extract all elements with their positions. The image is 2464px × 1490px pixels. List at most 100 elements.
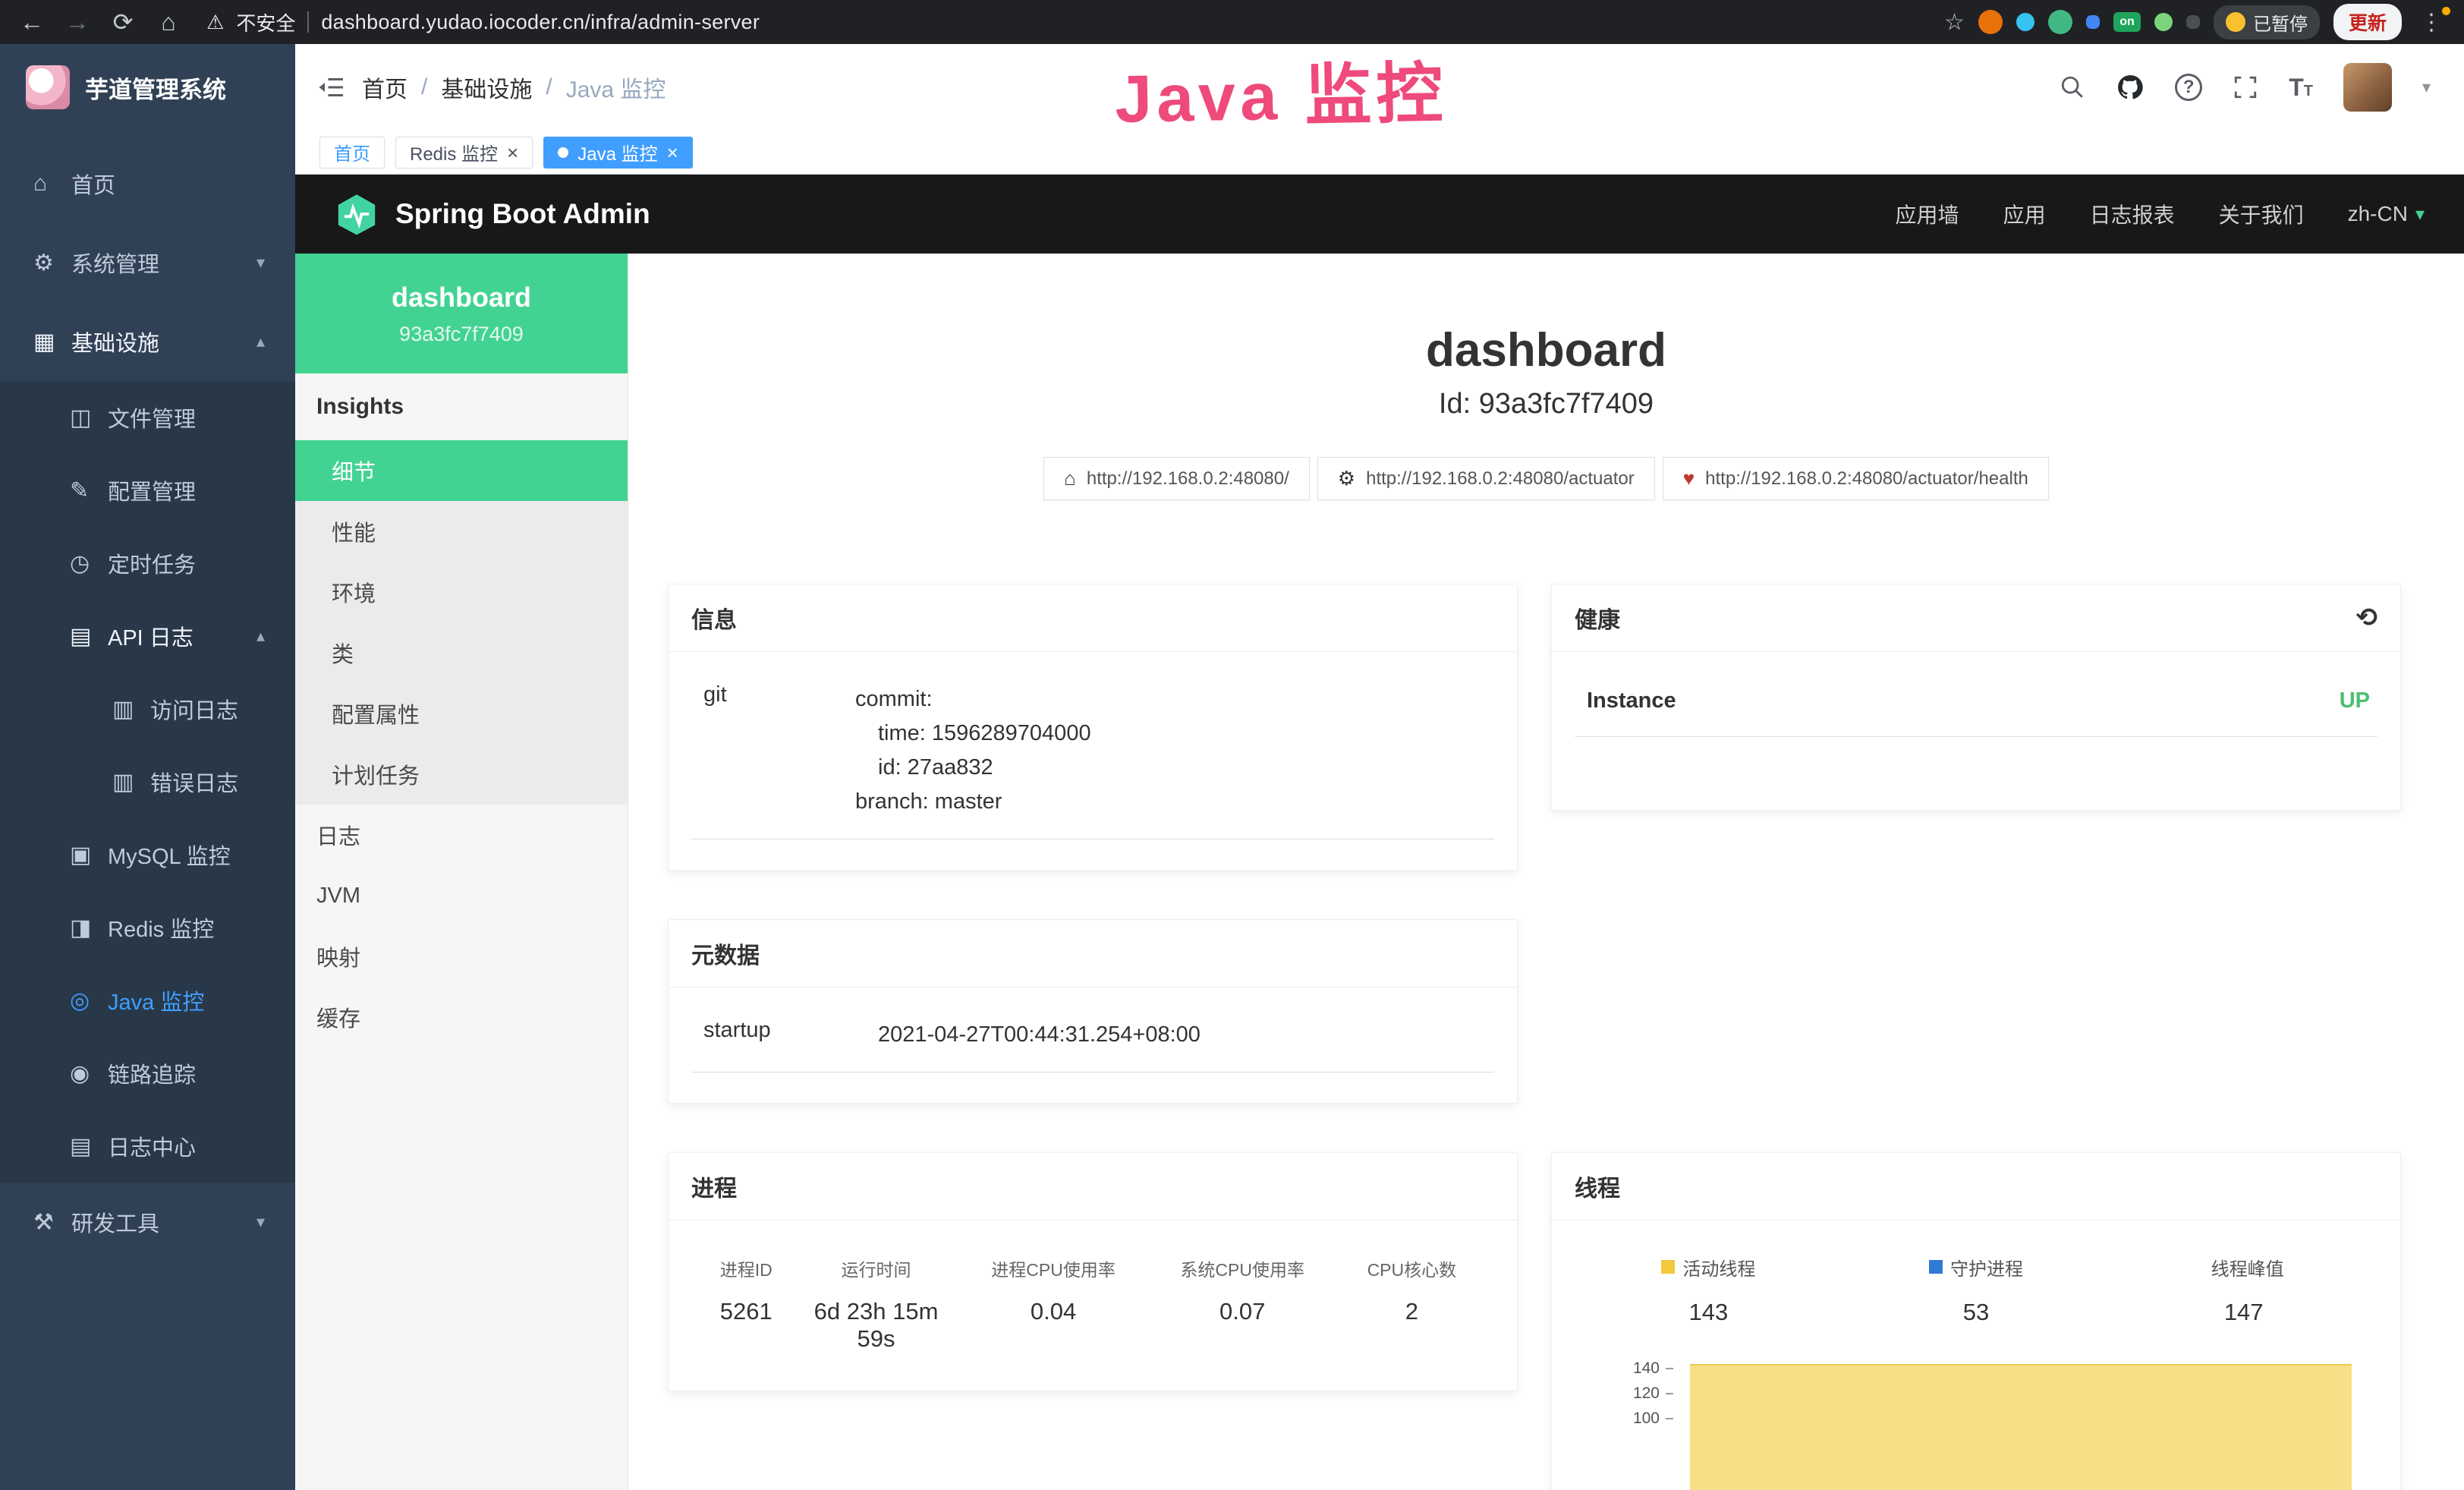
collapse-sidebar-icon[interactable] — [318, 74, 345, 101]
sba-item-jvm[interactable]: JVM — [295, 865, 628, 926]
sba-item-logs[interactable]: 日志 — [295, 805, 628, 865]
sba-item-config-props[interactable]: 配置属性 — [295, 683, 628, 744]
ext-vue-icon[interactable] — [2048, 10, 2072, 34]
sidebar-item-infrastructure[interactable]: ▦ 基础设施 ▴ — [0, 302, 295, 381]
java-icon: ◎ — [70, 988, 103, 1014]
update-button[interactable]: 更新 — [2333, 4, 2402, 40]
threads-legend: 活动线程 143 守护进程 53 线程峰值 — [1575, 1251, 2377, 1326]
sba-item-mappings[interactable]: 映射 — [295, 926, 628, 987]
sidebar-item-scheduled-jobs[interactable]: ◷ 定时任务 — [0, 527, 295, 600]
sidebar-item-dev-tools[interactable]: ⚒ 研发工具 ▾ — [0, 1183, 295, 1262]
sba-item-scheduled-tasks[interactable]: 计划任务 — [295, 744, 628, 805]
forward-icon[interactable]: → — [62, 8, 93, 36]
breadcrumb-infrastructure[interactable]: 基础设施 — [441, 71, 532, 104]
browser-menu-icon[interactable]: ⋮ — [2415, 9, 2447, 36]
sidebar-item-java-monitor[interactable]: ◎ Java 监控 — [0, 964, 295, 1037]
annotation-java-monitor: Java 监控 — [1114, 39, 1448, 142]
address-bar[interactable]: ⚠ 不安全 dashboard.yudao.iocoder.cn/infra/a… — [199, 5, 1929, 39]
sidebar-item-system[interactable]: ⚙ 系统管理 ▾ — [0, 223, 295, 302]
sba-navbar: Spring Boot Admin 应用墙 应用 日志报表 关于我们 zh-CN… — [295, 175, 2464, 254]
app-logo-row[interactable]: 芋道管理系统 — [0, 44, 295, 131]
ext-orange-icon[interactable] — [1978, 10, 2003, 34]
help-icon[interactable]: ? — [2175, 74, 2202, 101]
file-icon: ◫ — [70, 405, 103, 431]
sidebar-item-tracing[interactable]: ◉ 链路追踪 — [0, 1037, 295, 1110]
tab-redis-monitor[interactable]: Redis 监控 × — [395, 137, 533, 169]
tab-java-monitor[interactable]: Java 监控 × — [543, 137, 693, 169]
actuator-url-link[interactable]: ⚙ http://192.168.0.2:48080/actuator — [1317, 457, 1655, 500]
redis-icon: ◨ — [70, 915, 103, 941]
url-text: dashboard.yudao.iocoder.cn/infra/admin-s… — [321, 11, 760, 34]
search-icon[interactable] — [2060, 74, 2085, 100]
font-size-icon[interactable]: TT — [2289, 74, 2313, 102]
reload-icon[interactable]: ⟳ — [108, 8, 138, 36]
language-selector[interactable]: zh-CN ▾ — [2348, 202, 2425, 226]
sidebar-item-api-log[interactable]: ▤ API 日志 ▴ — [0, 600, 295, 673]
sba-brand[interactable]: Spring Boot Admin — [335, 192, 650, 236]
sidebar-item-home[interactable]: ⌂ 首页 — [0, 144, 295, 223]
sidebar-item-error-log[interactable]: ▥ 错误日志 — [0, 745, 295, 818]
sba-app-block[interactable]: dashboard 93a3fc7f7409 — [295, 254, 628, 373]
bookmark-star-icon[interactable]: ☆ — [1944, 9, 1965, 36]
sidebar-item-redis-monitor[interactable]: ◨ Redis 监控 — [0, 891, 295, 964]
sba-item-caches[interactable]: 缓存 — [295, 987, 628, 1047]
metadata-card: 元数据 startup 2021-04-27T00:44:31.254+08:0… — [668, 919, 1518, 1104]
sba-item-classes[interactable]: 类 — [295, 622, 628, 683]
github-icon[interactable] — [2116, 73, 2145, 102]
config-icon: ✎ — [70, 477, 103, 504]
breadcrumb-home[interactable]: 首页 — [362, 71, 408, 104]
ext-drop-icon[interactable] — [2016, 13, 2034, 31]
sidebar-item-log-center[interactable]: ▤ 日志中心 — [0, 1110, 295, 1183]
sba-insights-submenu: 细节 性能 环境 类 配置属性 计划任务 — [295, 440, 628, 805]
wrench-icon: ⚙ — [1338, 467, 1355, 490]
security-warning-icon[interactable]: ⚠ — [206, 11, 224, 34]
sba-item-metrics[interactable]: 性能 — [295, 501, 628, 562]
sba-app-id: 93a3fc7f7409 — [399, 323, 524, 346]
sba-nav-about[interactable]: 关于我们 — [2219, 199, 2304, 229]
tools-icon: ⚒ — [33, 1209, 67, 1236]
process-card: 进程 进程ID5261 运行时间6d 23h 15m 59s 进程CPU使用率0… — [668, 1152, 1518, 1391]
breadcrumb-current: Java 监控 — [566, 71, 666, 104]
history-icon[interactable]: ⟲ — [2356, 603, 2378, 633]
close-icon[interactable]: × — [667, 143, 678, 162]
spring-boot-admin-frame: Spring Boot Admin 应用墙 应用 日志报表 关于我们 zh-CN… — [295, 175, 2464, 1490]
avatar[interactable] — [2343, 63, 2392, 112]
service-url-link[interactable]: ⌂ http://192.168.0.2:48080/ — [1043, 457, 1310, 500]
ext-leaf-icon[interactable] — [2154, 13, 2173, 31]
card-title: 进程 — [691, 1170, 737, 1203]
timer-icon: ◷ — [70, 550, 103, 577]
tab-home[interactable]: 首页 — [319, 137, 385, 169]
health-url-link[interactable]: ♥ http://192.168.0.2:48080/actuator/heal… — [1663, 457, 2049, 500]
sidebar-item-mysql-monitor[interactable]: ▣ MySQL 监控 — [0, 818, 295, 891]
sba-content: dashboard Id: 93a3fc7f7409 ⌂ http://192.… — [628, 254, 2464, 1490]
sidebar-item-file-manage[interactable]: ◫ 文件管理 — [0, 381, 295, 454]
legend-peak-threads: 线程峰值 147 — [2110, 1254, 2377, 1326]
sba-item-details[interactable]: 细节 — [295, 440, 628, 501]
browser-home-icon[interactable]: ⌂ — [153, 8, 184, 36]
legend-swatch-yellow — [1661, 1260, 1675, 1274]
cards-grid: 信息 git commit: time: 1596289704000 id: 2… — [668, 584, 2422, 1490]
table-row: startup 2021-04-27T00:44:31.254+08:00 — [691, 1018, 1494, 1073]
sba-item-environment[interactable]: 环境 — [295, 562, 628, 622]
health-card: 健康 ⟲ Instance UP — [1551, 584, 2401, 811]
card-title: 元数据 — [691, 937, 760, 970]
access-log-icon: ▥ — [112, 696, 146, 723]
chevron-down-icon[interactable]: ▾ — [2422, 77, 2431, 97]
active-dot — [558, 147, 568, 158]
ext-puzzle-icon[interactable] — [2186, 15, 2200, 29]
sba-nav-wallboard[interactable]: 应用墙 — [1896, 199, 1959, 229]
instance-id: Id: 93a3fc7f7409 — [628, 388, 2464, 421]
ext-grid-icon[interactable] — [2086, 15, 2100, 29]
ext-on-badge-icon[interactable]: on — [2113, 12, 2141, 32]
sidebar-item-config-manage[interactable]: ✎ 配置管理 — [0, 454, 295, 527]
card-title: 线程 — [1575, 1170, 1620, 1203]
sba-nav-applications[interactable]: 应用 — [2003, 199, 2046, 229]
card-title: 信息 — [691, 601, 737, 635]
paused-badge[interactable]: 已暂停 — [2214, 5, 2320, 39]
trace-icon: ◉ — [70, 1060, 103, 1087]
back-icon[interactable]: ← — [17, 8, 47, 36]
sidebar-item-access-log[interactable]: ▥ 访问日志 — [0, 673, 295, 745]
sba-nav-journal[interactable]: 日志报表 — [2090, 199, 2175, 229]
close-icon[interactable]: × — [507, 143, 518, 162]
fullscreen-icon[interactable] — [2233, 74, 2258, 100]
